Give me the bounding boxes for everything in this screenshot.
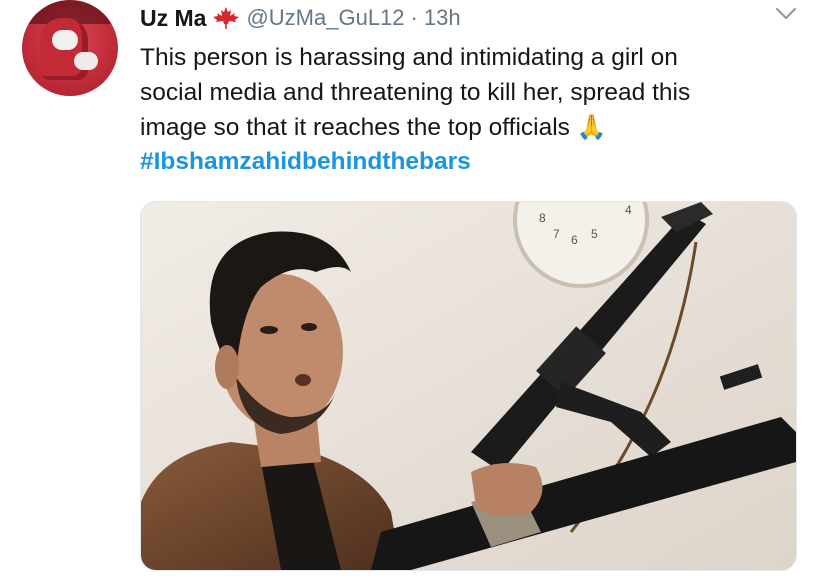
clock-number: 8 [539,211,546,225]
maple-leaf-icon [212,6,240,30]
tweet-text-line: image so that it reaches the top officia… [140,110,810,145]
tweet-header: Uz Ma @UzMa_GuL12 · 13h [140,3,461,33]
tweet-text: This person is harassing and intimidatin… [140,40,810,145]
tweet-time[interactable]: 13h [424,5,461,31]
separator-dot: · [410,5,418,30]
praying-hands-icon: 🙏 [576,114,607,141]
tweet-photo[interactable]: 8 7 6 5 4 [140,201,797,571]
chevron-down-icon[interactable] [775,6,797,22]
tweet-text-line: This person is harassing and intimidatin… [140,44,678,71]
tweet-text-line: image so that it reaches the top officia… [140,114,570,141]
avatar-glove-left [52,30,78,50]
clock-number: 7 [553,227,560,241]
clock-number: 6 [571,233,578,247]
author-name[interactable]: Uz Ma [140,5,206,32]
clock-number: 5 [591,227,598,241]
avatar-glove-right [74,52,98,70]
author-handle[interactable]: @UzMa_GuL12 [246,5,404,31]
clock-number: 4 [625,203,632,217]
tweet-text-line: social media and threatening to kill her… [140,79,691,106]
hashtag-link[interactable]: #Ibshamzahidbehindthebars [140,148,471,176]
author-avatar[interactable] [22,0,118,96]
